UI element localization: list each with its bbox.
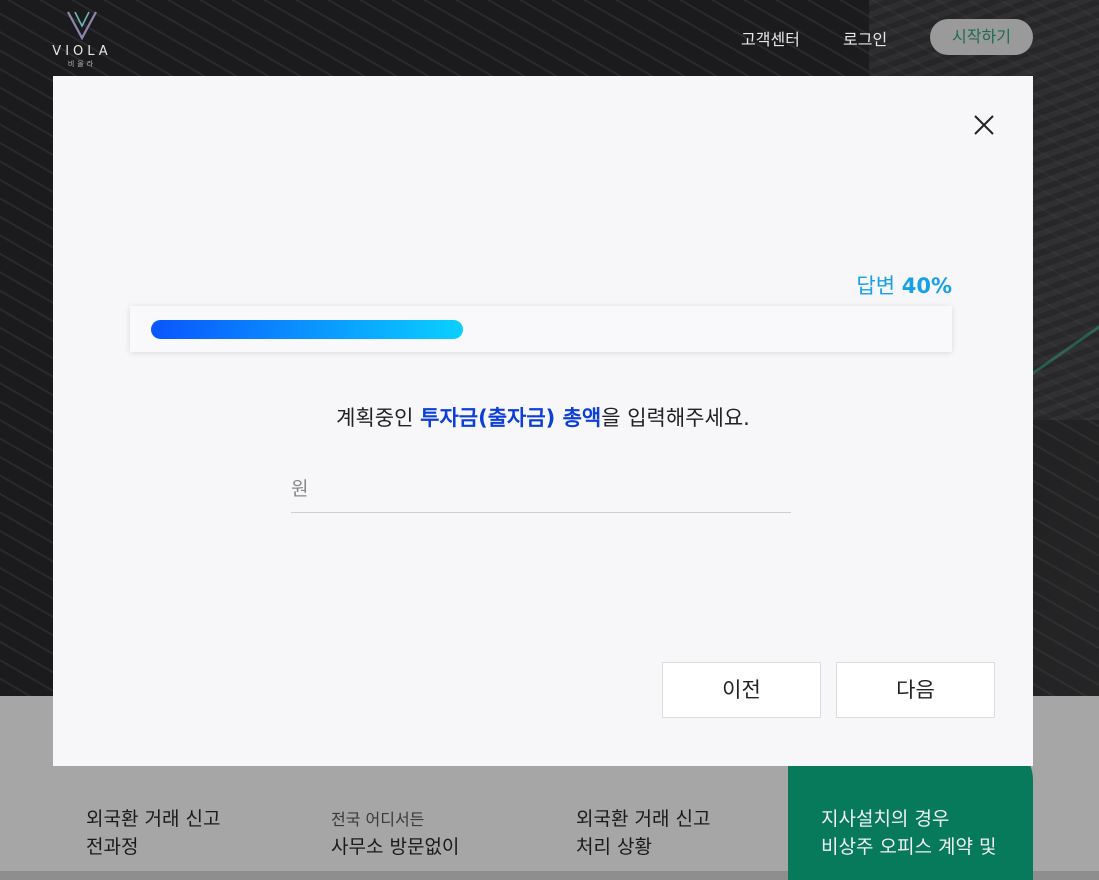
close-button[interactable] [971, 112, 997, 138]
question-highlight: 투자금(출자금) 총액 [420, 406, 602, 430]
nav-customer-center[interactable]: 고객센터 [741, 26, 800, 50]
prev-button[interactable]: 이전 [662, 662, 821, 718]
start-button[interactable]: 시작하기 [930, 19, 1033, 55]
feature-col-4-line-2: 비상주 오피스 계약 및 [821, 836, 997, 858]
feature-col-4-line-1: 지사설치의 경우 [821, 808, 950, 830]
decorative-line [1026, 324, 1099, 379]
feature-col-1-line-2: 전과정 [86, 836, 139, 858]
feature-col-1-line-1: 외국환 거래 신고 [86, 808, 221, 830]
progress-label: 답변 40% [856, 270, 952, 300]
close-icon [974, 115, 994, 135]
progress-bar [130, 306, 952, 352]
progress-prefix: 답변 [856, 274, 896, 298]
logo-word: VIOLA [52, 44, 112, 59]
viola-logo-icon [67, 11, 97, 41]
feature-col-2-line-1: 사무소 방문없이 [331, 836, 460, 858]
feature-col-4: 지사설치의 경우 비상주 오피스 계약 및 [821, 805, 996, 861]
question-suffix: 을 입력해주세요. [601, 406, 750, 430]
feature-col-3: 외국환 거래 신고 처리 상황 [576, 805, 710, 861]
question-text: 계획중인 투자금(출자금) 총액을 입력해주세요. [53, 402, 1033, 432]
feature-col-2-small: 전국 어디서든 [331, 810, 425, 829]
nav-login[interactable]: 로그인 [843, 26, 887, 50]
progress-percent: 40% [901, 274, 952, 298]
survey-modal: 답변 40% 계획중인 투자금(출자금) 총액을 입력해주세요. 이전 다음 [53, 76, 1033, 766]
question-prefix: 계획중인 [336, 406, 421, 430]
logo-subtitle: 비올라 [67, 60, 97, 68]
feature-col-3-line-2: 처리 상황 [576, 836, 652, 858]
site-logo[interactable]: VIOLA 비올라 [52, 10, 112, 69]
investment-amount-input[interactable] [291, 466, 791, 513]
next-button[interactable]: 다음 [836, 662, 995, 718]
feature-col-2: 전국 어디서든 사무소 방문없이 [331, 807, 459, 861]
feature-col-1: 외국환 거래 신고 전과정 [86, 805, 220, 861]
progress-bar-fill [151, 320, 463, 339]
feature-col-3-line-1: 외국환 거래 신고 [576, 808, 711, 830]
